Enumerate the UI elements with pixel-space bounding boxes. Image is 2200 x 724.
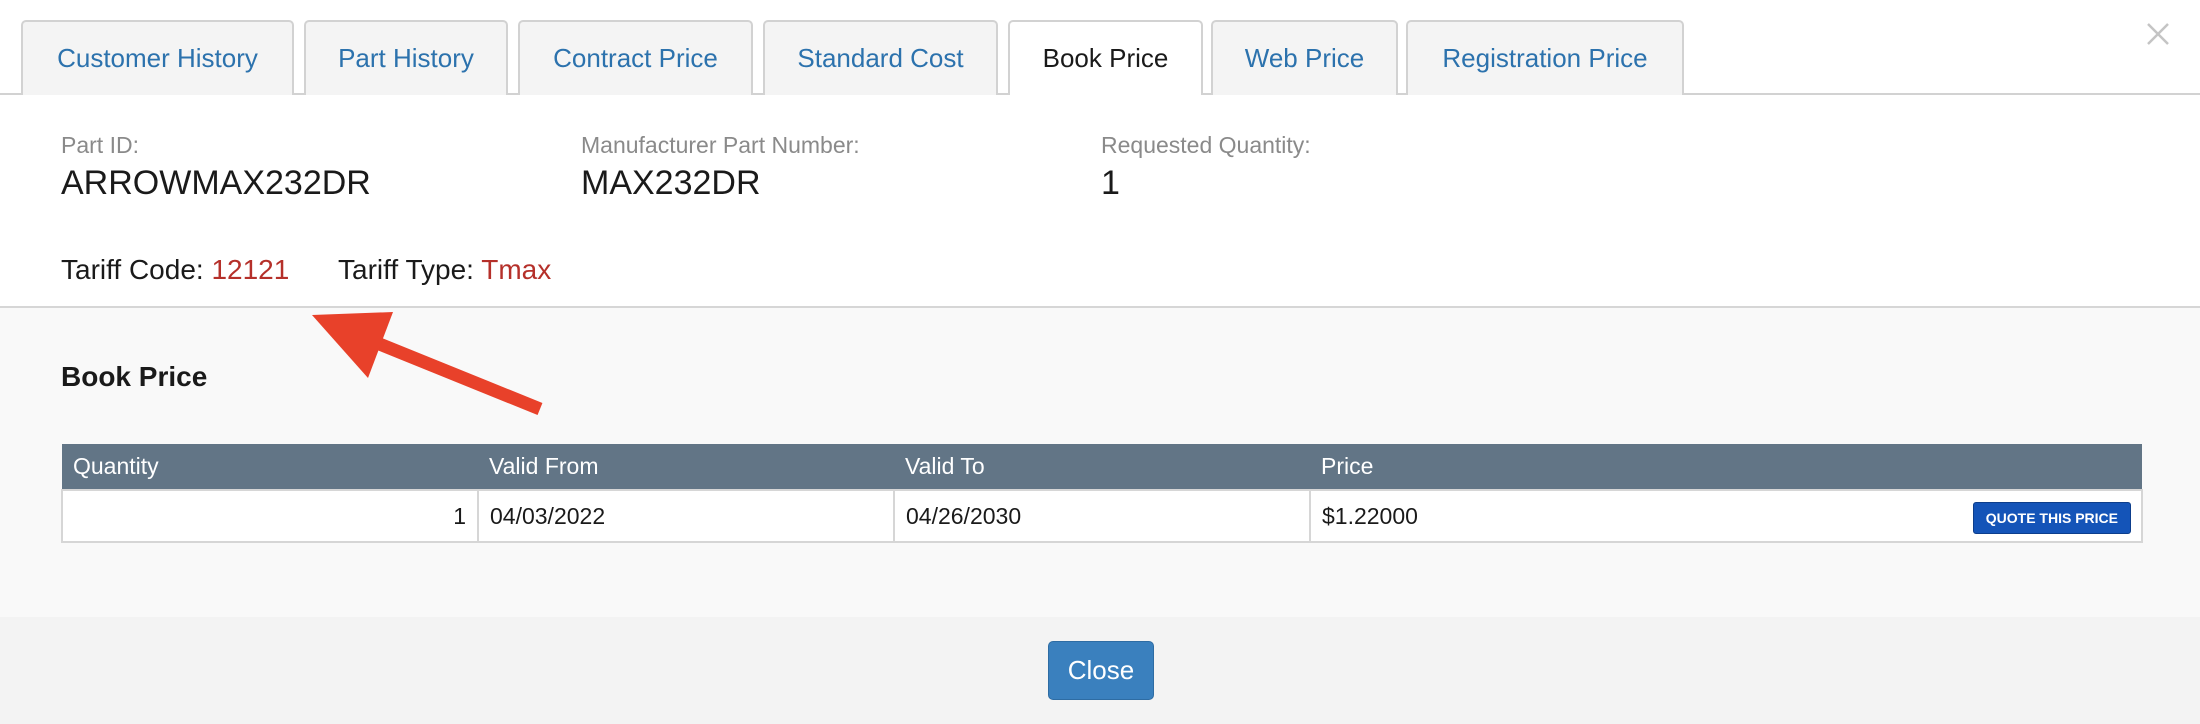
part-id-label: Part ID: [61, 132, 139, 158]
price-history-dialog: Customer History Part History Contract P… [0, 0, 2200, 724]
requested-quantity-value: 1 [1101, 164, 1120, 202]
column-header-valid-to: Valid To [894, 444, 1310, 490]
manufacturer-part-number-field: Manufacturer Part Number: MAX232DR [581, 131, 860, 203]
tab-web-price[interactable]: Web Price [1211, 20, 1398, 95]
tariff-type: Tariff Type: Tmax [338, 253, 551, 287]
column-header-valid-from: Valid From [478, 444, 894, 490]
book-price-title: Book Price [61, 361, 208, 392]
tariff-type-value: Tmax [481, 254, 552, 285]
book-price-table: Quantity Valid From Valid To Price 1 04/… [61, 444, 2143, 543]
manufacturer-part-number-label: Manufacturer Part Number: [581, 132, 860, 158]
part-id-value: ARROWMAX232DR [61, 164, 371, 202]
table-header-row: Quantity Valid From Valid To Price [62, 444, 2142, 490]
price-value: $1.22000 [1322, 502, 1418, 529]
tab-book-price[interactable]: Book Price [1008, 20, 1203, 97]
tariff-type-label: Tariff Type: [338, 254, 474, 285]
book-price-panel: Book Price Quantity Valid From Valid To … [0, 308, 2200, 617]
table-row: 1 04/03/2022 04/26/2030 $1.22000 QUOTE T… [61, 489, 2143, 543]
close-button[interactable]: Close [1048, 641, 1154, 700]
cell-quantity: 1 [61, 489, 479, 543]
tariff-code-label: Tariff Code: [61, 254, 204, 285]
tab-registration-price[interactable]: Registration Price [1406, 20, 1684, 95]
column-header-quantity: Quantity [62, 444, 478, 490]
tab-bar: Customer History Part History Contract P… [0, 0, 2200, 97]
cell-valid-from: 04/03/2022 [477, 489, 895, 543]
tariff-code-value: 12121 [211, 254, 290, 285]
requested-quantity-label: Requested Quantity: [1101, 132, 1311, 158]
close-icon[interactable] [2138, 14, 2178, 54]
tab-standard-cost[interactable]: Standard Cost [763, 20, 998, 95]
tab-part-history[interactable]: Part History [304, 20, 508, 95]
tab-contract-price[interactable]: Contract Price [518, 20, 753, 95]
part-info-section: Part ID: ARROWMAX232DR Manufacturer Part… [0, 95, 2200, 308]
cell-valid-to: 04/26/2030 [893, 489, 1311, 543]
part-id-field: Part ID: ARROWMAX232DR [61, 131, 371, 203]
requested-quantity-field: Requested Quantity: 1 [1101, 131, 1311, 203]
tab-customer-history[interactable]: Customer History [21, 20, 294, 95]
cell-price: $1.22000 QUOTE THIS PRICE [1309, 489, 2143, 543]
column-header-price: Price [1310, 444, 2142, 490]
manufacturer-part-number-value: MAX232DR [581, 164, 761, 202]
dialog-footer: Close [0, 617, 2200, 724]
tariff-code: Tariff Code: 12121 [61, 253, 289, 287]
quote-this-price-button[interactable]: QUOTE THIS PRICE [1972, 502, 2131, 534]
